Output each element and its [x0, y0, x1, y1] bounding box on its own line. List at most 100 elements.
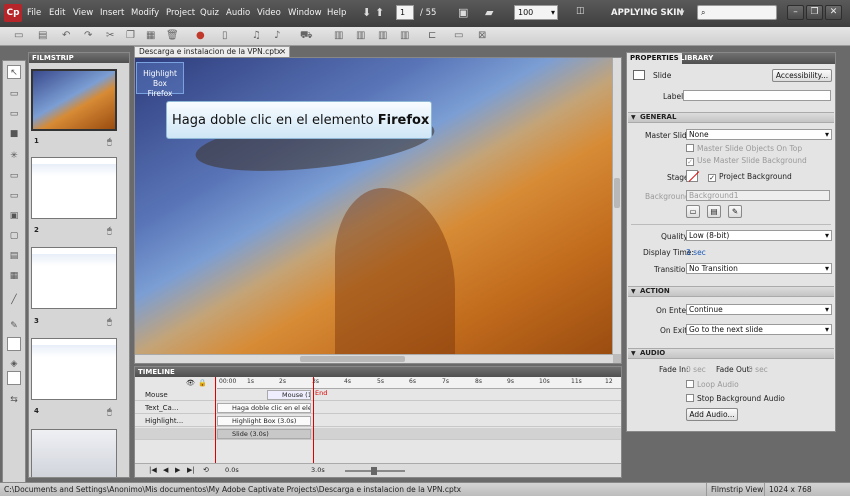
folder-icon[interactable]: ▭: [686, 205, 700, 218]
section-action[interactable]: ACTION: [628, 286, 834, 297]
line-tool-icon[interactable]: ╱: [7, 293, 21, 307]
menu-video[interactable]: Video: [257, 8, 281, 18]
timeline-layer[interactable]: Mouse Mouse (1.6...: [135, 389, 621, 401]
menu-view[interactable]: View: [73, 8, 93, 18]
save-icon[interactable]: ▤: [38, 30, 47, 41]
highlight-box-icon[interactable]: ■: [7, 127, 21, 141]
slide-down-icon[interactable]: ⬇: [362, 6, 371, 19]
end-marker[interactable]: [313, 377, 314, 463]
highlight-box[interactable]: Highlight Box Firefox: [136, 62, 184, 98]
edit-image-icon[interactable]: ✎: [728, 205, 742, 218]
chevron-down-icon[interactable]: ▼: [679, 9, 684, 17]
stop-bg-audio-checkbox[interactable]: Stop Background Audio: [686, 394, 785, 403]
eye-icon[interactable]: 👁: [186, 379, 195, 387]
menu-file[interactable]: File: [27, 8, 41, 18]
widget-tool-icon[interactable]: ▦: [7, 269, 21, 283]
loop-audio-checkbox[interactable]: Loop Audio: [686, 380, 739, 389]
preview-icon[interactable]: ▣: [458, 6, 468, 19]
slide-icon[interactable]: ▯: [222, 30, 228, 41]
library-icon[interactable]: ▤: [707, 205, 721, 218]
align-left-icon[interactable]: ▥: [334, 30, 343, 41]
accessibility-button[interactable]: Accessibility...: [772, 69, 832, 82]
section-audio[interactable]: AUDIO: [628, 348, 834, 359]
fade-in-value[interactable]: 0 sec: [686, 365, 706, 374]
grid-icon[interactable]: ▭: [454, 30, 463, 41]
snap-icon[interactable]: ⊠: [478, 30, 486, 41]
rollover-caption-icon[interactable]: ▭: [7, 107, 21, 121]
search-input[interactable]: ⌕: [697, 5, 777, 20]
resolution-icon[interactable]: ◫: [576, 6, 585, 16]
first-frame-icon[interactable]: |◀: [149, 466, 157, 474]
timeline-ruler[interactable]: 00:00 1s 2s 3s 4s 5s 6s 7s 8s 9s 10s 11s…: [217, 377, 621, 389]
document-tab[interactable]: Descarga e instalacion de la VPN.cptx ✕: [134, 46, 290, 57]
slide-thumbnail-3[interactable]: [31, 247, 117, 309]
horizontal-scrollbar[interactable]: [135, 354, 613, 363]
align-center-icon[interactable]: ▥: [356, 30, 365, 41]
distribute-icon[interactable]: ▥: [400, 30, 409, 41]
audio-icon[interactable]: ♫: [252, 30, 261, 41]
select-tool-icon[interactable]: ↖: [7, 65, 21, 79]
master-slide-select[interactable]: None: [686, 129, 832, 140]
tab-properties[interactable]: PROPERTIES: [627, 53, 682, 64]
menu-window[interactable]: Window: [288, 8, 322, 18]
playhead[interactable]: [215, 377, 216, 463]
zoom-area-icon[interactable]: ▣: [7, 209, 21, 223]
close-tab-icon[interactable]: ✕: [280, 47, 286, 57]
click-box-icon[interactable]: ✳: [7, 149, 21, 163]
video-tool-icon[interactable]: ▤: [7, 249, 21, 263]
rewind-icon[interactable]: ◀: [163, 466, 168, 474]
close-button[interactable]: ✕: [825, 5, 842, 20]
timeline-layer[interactable]: Text_Ca... Haga doble clic en el eleme..…: [135, 402, 621, 414]
menu-audio[interactable]: Audio: [226, 8, 250, 18]
scroll-thumb[interactable]: [614, 178, 620, 208]
workspace-switcher[interactable]: APPLYING SKIN: [611, 8, 683, 18]
slide-thumbnail-5[interactable]: [31, 429, 117, 477]
redo-icon[interactable]: ↷: [84, 30, 92, 41]
menu-help[interactable]: Help: [327, 8, 346, 18]
publish-icon[interactable]: ⛟: [300, 30, 313, 43]
project-bg-checkbox[interactable]: ✓ Project Background: [708, 172, 792, 182]
button-tool-icon[interactable]: ▭: [7, 169, 21, 183]
forward-icon[interactable]: ▶|: [187, 466, 195, 474]
display-time-value[interactable]: 3 sec: [686, 248, 706, 257]
vertical-scrollbar[interactable]: [612, 58, 621, 354]
use-master-bg-checkbox[interactable]: ✓ Use Master Slide Background: [686, 156, 807, 166]
menu-insert[interactable]: Insert: [100, 8, 124, 18]
stroke-color-icon[interactable]: [7, 337, 21, 351]
slide-up-icon[interactable]: ⬆: [375, 6, 384, 19]
copy-icon[interactable]: ❐: [126, 30, 135, 41]
add-audio-button[interactable]: Add Audio...: [686, 408, 738, 421]
text-caption[interactable]: Haga doble clic en el elemento Firefox: [166, 101, 432, 139]
lock-icon[interactable]: 🔒: [198, 379, 207, 387]
slide-thumbnail-2[interactable]: [31, 157, 117, 219]
image-tool-icon[interactable]: ▢: [7, 229, 21, 243]
scroll-thumb[interactable]: [300, 356, 405, 362]
zoom-slider-thumb[interactable]: [371, 467, 377, 475]
timeline-layer[interactable]: Highlight... Highlight Box (3.0s): [135, 415, 621, 427]
restore-button[interactable]: ❐: [806, 5, 823, 20]
music-icon[interactable]: ♪: [274, 30, 280, 41]
play-icon[interactable]: ▶: [175, 466, 180, 474]
undo-icon[interactable]: ↶: [62, 30, 70, 41]
quality-select[interactable]: Low (8-bit): [686, 230, 832, 241]
align-text-icon[interactable]: ⊏: [428, 30, 436, 41]
stage-color-swatch[interactable]: [686, 170, 700, 182]
on-enter-select[interactable]: Continue: [686, 304, 832, 315]
minimize-button[interactable]: –: [787, 5, 804, 20]
label-field[interactable]: [683, 90, 831, 101]
paste-icon[interactable]: ▦: [146, 30, 155, 41]
delete-icon[interactable]: 🗑: [166, 30, 179, 41]
eyedropper-icon[interactable]: ✎: [7, 319, 21, 333]
tab-library[interactable]: LIBRARY: [677, 53, 716, 64]
section-general[interactable]: GENERAL: [628, 112, 834, 123]
zoom-select[interactable]: 100 ▾: [514, 5, 558, 20]
transition-select[interactable]: No Transition: [686, 263, 832, 274]
master-objects-checkbox[interactable]: Master Slide Objects On Top: [686, 144, 802, 153]
menu-project[interactable]: Project: [166, 8, 195, 18]
fill-color-icon[interactable]: [7, 371, 21, 385]
slide-thumbnail-4[interactable]: [31, 338, 117, 400]
record-icon[interactable]: ●: [196, 30, 205, 41]
folder-icon[interactable]: ▰: [485, 6, 493, 19]
fade-out-value[interactable]: 0 sec: [748, 365, 768, 374]
fill-bucket-icon[interactable]: ◈: [7, 357, 21, 371]
